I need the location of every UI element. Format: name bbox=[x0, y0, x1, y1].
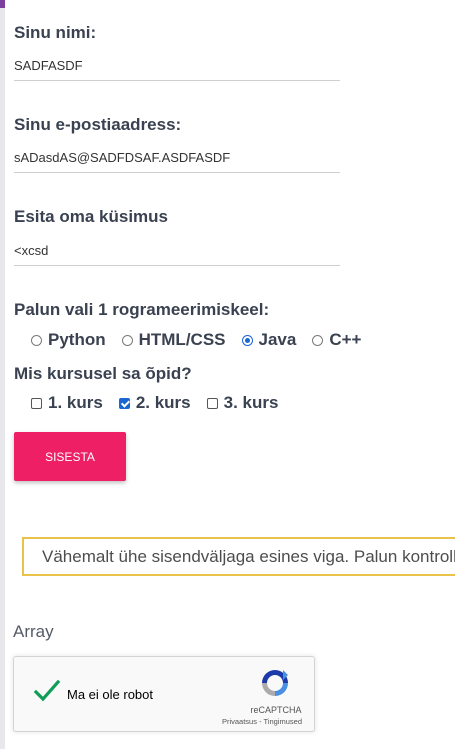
left-edge-bar bbox=[0, 0, 5, 749]
language-option-label: HTML/CSS bbox=[138, 330, 226, 349]
course-option-3[interactable]: 3. kurs bbox=[206, 393, 279, 413]
course-option-label: 3. kurs bbox=[223, 393, 279, 412]
language-option-label: Java bbox=[258, 330, 297, 349]
course-option-label: 1. kurs bbox=[48, 393, 103, 412]
email-label: Sinu e-postiaadress: bbox=[14, 115, 182, 134]
validation-warning: Vähemalt ühe sisendväljaga esines viga. … bbox=[22, 537, 455, 576]
recaptcha-brand: reCAPTCHA bbox=[250, 705, 302, 715]
language-option-cpp[interactable]: C++ bbox=[312, 330, 361, 350]
recaptcha-links: Privaatsus - Tingimused bbox=[212, 717, 312, 726]
page: Sinu nimi: Sinu e-postiaadress: Esita om… bbox=[0, 0, 455, 749]
checkbox-course-2[interactable] bbox=[118, 397, 130, 409]
language-option-java[interactable]: Java bbox=[241, 330, 297, 350]
course-group-title: Mis kursusel sa õpid? bbox=[14, 364, 192, 383]
checkbox-course-1[interactable] bbox=[31, 397, 42, 409]
radio-cpp[interactable] bbox=[312, 334, 324, 346]
language-option-label: Python bbox=[48, 330, 106, 349]
recaptcha-label: Ma ei ole robot bbox=[67, 687, 153, 702]
debug-output-text: Array bbox=[13, 622, 54, 641]
course-option-2[interactable]: 2. kurs bbox=[118, 393, 191, 413]
course-option-1[interactable]: 1. kurs bbox=[31, 393, 103, 413]
course-option-label: 2. kurs bbox=[135, 393, 191, 412]
email-field[interactable] bbox=[14, 143, 340, 173]
language-group-title: Palun vali 1 rogrameerimiskeel: bbox=[14, 300, 270, 319]
question-field[interactable] bbox=[14, 236, 340, 266]
recaptcha-widget: Ma ei ole robot reCAPTCHA Privaatsus - T… bbox=[13, 656, 315, 732]
submit-button[interactable]: SISESTA bbox=[14, 432, 126, 481]
name-label: Sinu nimi: bbox=[14, 23, 97, 42]
course-options: 1. kurs 2. kurs 3. kurs bbox=[31, 393, 294, 413]
language-option-python[interactable]: Python bbox=[31, 330, 106, 350]
radio-python[interactable] bbox=[31, 334, 42, 346]
recaptcha-checkmark-icon[interactable] bbox=[33, 679, 61, 703]
recaptcha-terms-link[interactable]: Tingimused bbox=[264, 717, 303, 726]
radio-java[interactable] bbox=[241, 334, 253, 346]
language-option-html-css[interactable]: HTML/CSS bbox=[121, 330, 226, 350]
name-field[interactable] bbox=[14, 51, 340, 81]
checkbox-course-3[interactable] bbox=[206, 397, 218, 409]
radio-html-css[interactable] bbox=[121, 334, 133, 346]
recaptcha-privacy-link[interactable]: Privaatsus bbox=[222, 717, 257, 726]
language-options: Python HTML/CSS Java C++ bbox=[31, 330, 377, 350]
language-option-label: C++ bbox=[329, 330, 362, 349]
question-label: Esita oma küsimus bbox=[14, 207, 169, 226]
recaptcha-logo-icon bbox=[262, 670, 288, 696]
left-edge-accent bbox=[0, 0, 5, 8]
